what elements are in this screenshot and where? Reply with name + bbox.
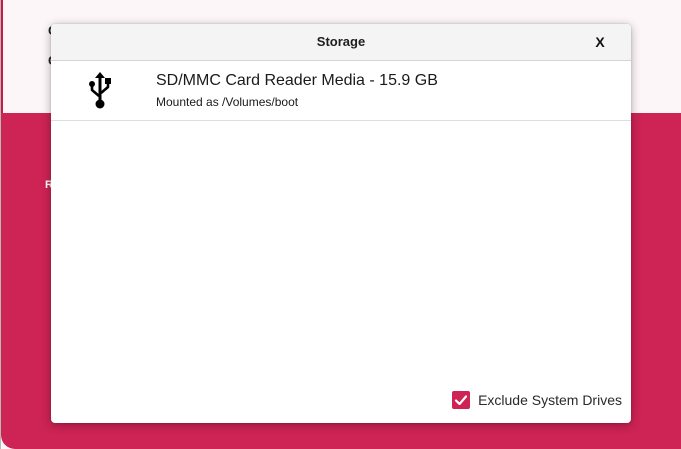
dialog-header: Storage X: [51, 24, 631, 61]
close-button[interactable]: X: [589, 24, 611, 60]
dialog-title: Storage: [316, 34, 366, 49]
app-accent-strip: [1, 0, 3, 113]
drive-name: SD/MMC Card Reader Media - 15.9 GB: [156, 72, 438, 89]
exclude-system-drives-label: Exclude System Drives: [478, 392, 622, 408]
drive-list: SD/MMC Card Reader Media - 15.9 GB Mount…: [51, 61, 631, 381]
drive-mount-info: Mounted as /Volumes/boot: [156, 95, 299, 109]
exclude-system-drives-option[interactable]: Exclude System Drives: [452, 390, 622, 410]
usb-icon: [88, 72, 112, 110]
storage-dialog: Storage X SD/MMC Card Reader Media - 15.…: [51, 24, 631, 423]
exclude-system-drives-checkbox[interactable]: [452, 391, 471, 409]
drive-list-item[interactable]: SD/MMC Card Reader Media - 15.9 GB Mount…: [51, 61, 631, 121]
checkmark-icon: [454, 395, 468, 406]
